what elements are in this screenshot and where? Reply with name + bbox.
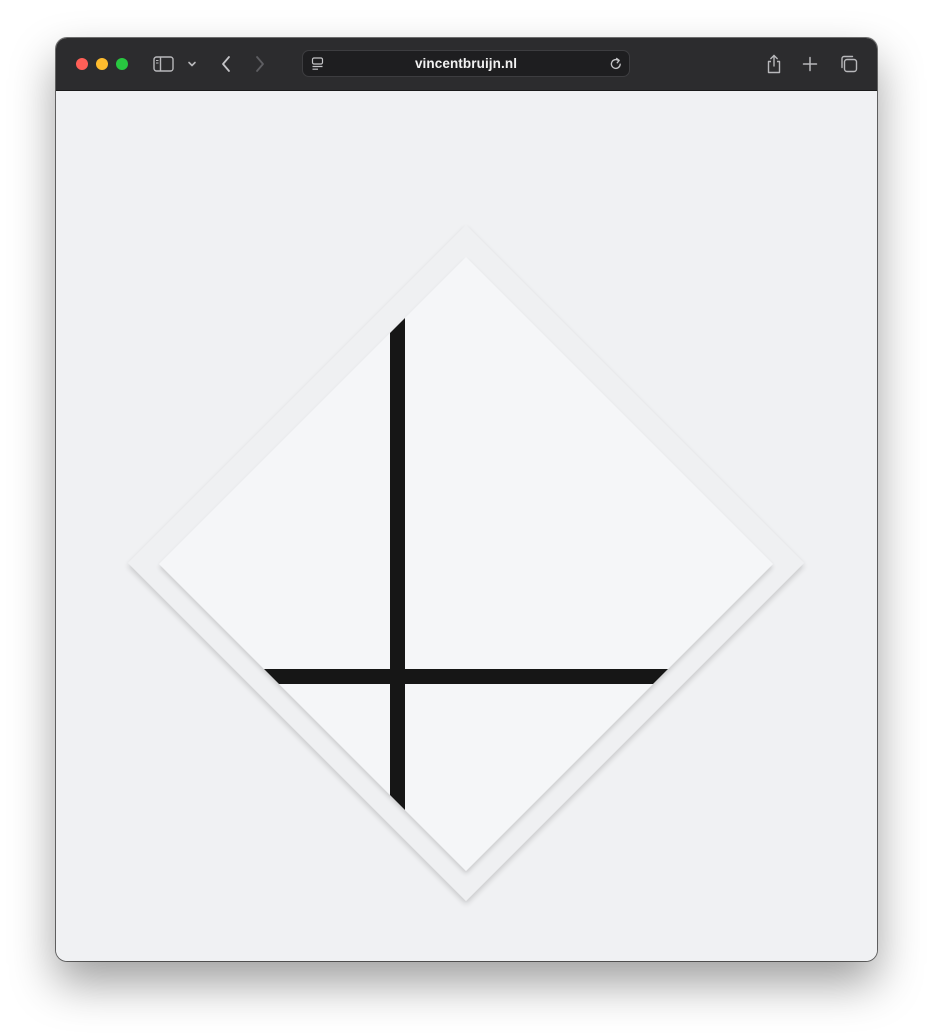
new-tab-button[interactable] (800, 52, 820, 76)
chevron-down-icon (188, 61, 196, 67)
address-bar[interactable]: vincentbruijn.nl (302, 50, 630, 77)
browser-toolbar: vincentbruijn.nl (56, 38, 877, 91)
url-text[interactable]: vincentbruijn.nl (303, 56, 629, 71)
mondrian-lozenge-artwork (128, 225, 804, 901)
browser-window: vincentbruijn.nl (56, 38, 877, 961)
minimize-window-button[interactable] (96, 58, 108, 70)
sidebar-icon (153, 56, 174, 72)
vertical-black-line (390, 257, 405, 871)
tab-overview-button[interactable] (838, 52, 860, 76)
sidebar-toggle-button[interactable] (152, 52, 176, 76)
chevron-left-icon (222, 56, 230, 72)
artwork-canvas (159, 257, 773, 871)
chevron-right-icon (256, 56, 264, 72)
forward-button[interactable] (250, 52, 270, 76)
back-button[interactable] (216, 52, 236, 76)
reload-icon[interactable] (609, 57, 623, 71)
share-button[interactable] (764, 52, 784, 76)
tab-groups-dropdown-button[interactable] (185, 52, 199, 76)
tab-overview-icon (841, 55, 858, 73)
plus-icon (802, 56, 818, 72)
zoom-window-button[interactable] (116, 58, 128, 70)
page-viewport (56, 91, 877, 961)
share-icon (767, 54, 781, 74)
close-window-button[interactable] (76, 58, 88, 70)
